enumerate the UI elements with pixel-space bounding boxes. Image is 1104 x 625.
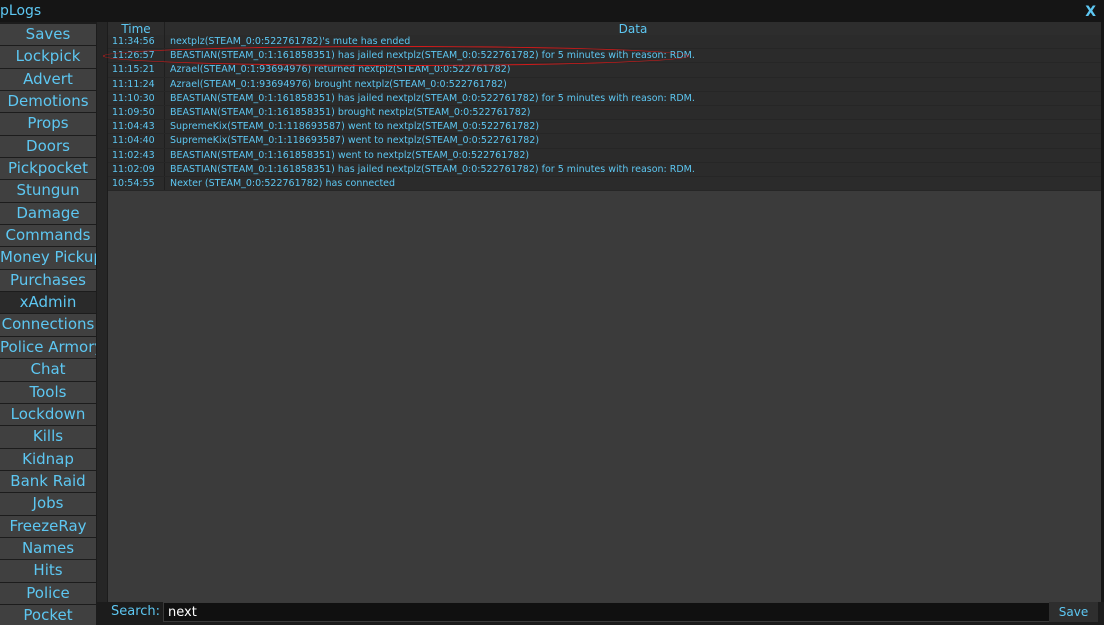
log-time: 11:02:09 [108, 162, 165, 176]
sidebar-item-bank-raid[interactable]: Bank Raid [0, 470, 96, 493]
sidebar-item-props[interactable]: Props [0, 113, 96, 135]
close-button[interactable]: X [1085, 4, 1096, 20]
log-row[interactable]: 10:54:55 Nexter (STEAM_0:0:522761782) has… [108, 176, 1101, 192]
log-row[interactable]: 11:02:09 BEASTIAN(STEAM_0:1:161858351) ha… [108, 162, 1101, 177]
category-sidebar: Saves Lockpick Advert Demotions Props Doors Pi… [0, 24, 96, 625]
search-label: Search: [111, 604, 161, 619]
log-row[interactable]: 11:26:57 BEASTIAN(STEAM_0:1:161858351) ha… [108, 49, 1101, 64]
log-time: 11:04:43 [108, 120, 165, 134]
sidebar-scrollbar[interactable] [97, 22, 107, 602]
log-time: 11:02:43 [108, 148, 165, 162]
sidebar-item-commands[interactable]: Commands [0, 225, 96, 247]
sidebar-item-demotions[interactable]: Demotions [0, 91, 96, 113]
sidebar-item-stungun[interactable]: Stungun [0, 180, 96, 202]
sidebar-item-jobs[interactable]: Jobs [0, 493, 96, 515]
log-data: BEASTIAN(STEAM_0:1:161858351) brought ne… [170, 106, 531, 118]
sidebar-item-saves[interactable]: Saves [0, 24, 96, 46]
log-row[interactable]: 11:15:21 Azrael(STEAM_0:1:93694976) retur… [108, 63, 1101, 78]
log-data: Azrael(STEAM_0:1:93694976) brought nextp… [170, 78, 507, 90]
search-bar: Search: Save [108, 602, 1104, 625]
sidebar-item-chat[interactable]: Chat [0, 359, 96, 381]
data-column-header[interactable]: Data [165, 22, 1101, 36]
log-data: BEASTIAN(STEAM_0:1:161858351) went to ne… [170, 149, 530, 161]
sidebar-item-tools[interactable]: Tools [0, 381, 96, 403]
save-button[interactable]: Save [1049, 602, 1098, 622]
log-data: Azrael(STEAM_0:1:93694976) returned next… [170, 64, 511, 76]
sidebar-item-lockdown[interactable]: Lockdown [0, 403, 96, 426]
sidebar-item-connections[interactable]: Connections [0, 314, 96, 336]
log-time: 11:26:57 [108, 49, 165, 63]
log-empty-area [108, 191, 1101, 612]
sidebar-item-pickpocket[interactable]: Pickpocket [0, 158, 96, 180]
sidebar-item-freezeray[interactable]: FreezeRay [0, 515, 96, 537]
sidebar-item-names[interactable]: Names [0, 537, 96, 560]
log-row[interactable]: 11:09:50 BEASTIAN(STEAM_0:1:161858351) br… [108, 105, 1101, 121]
log-data: BEASTIAN(STEAM_0:1:161858351) has jailed… [170, 50, 695, 62]
log-time: 11:09:50 [108, 105, 165, 120]
search-input[interactable] [163, 602, 1058, 622]
log-data: Nexter (STEAM_0:0:522761782) has connect… [170, 177, 396, 189]
sidebar-item-police[interactable]: Police [0, 582, 96, 604]
sidebar-item-police-armory[interactable]: Police Armory [0, 336, 96, 359]
log-list: 11:34:56 nextplz(STEAM_0:0:522761782)'s m… [108, 35, 1101, 192]
log-time: 11:34:56 [108, 35, 165, 49]
log-data: BEASTIAN(STEAM_0:1:161858351) has jailed… [170, 163, 695, 175]
sidebar-item-kills[interactable]: Kills [0, 426, 96, 448]
title-bar: pLogs X [0, 0, 1104, 22]
log-data: SupremeKix(STEAM_0:1:118693587) went to … [170, 135, 540, 147]
log-row[interactable]: 11:02:43 BEASTIAN(STEAM_0:1:161858351) we… [108, 148, 1101, 163]
log-row[interactable]: 11:34:56 nextplz(STEAM_0:0:522761782)'s m… [108, 35, 1101, 50]
log-time: 11:10:30 [108, 91, 165, 105]
sidebar-item-lockpick[interactable]: Lockpick [0, 46, 96, 68]
log-data: nextplz(STEAM_0:0:522761782)'s mute has … [170, 36, 411, 47]
time-column-header[interactable]: Time [108, 22, 165, 36]
log-row[interactable]: 11:10:30 BEASTIAN(STEAM_0:1:161858351) ha… [108, 91, 1101, 106]
log-header: Time Data [108, 22, 1101, 36]
sidebar-item-doors[interactable]: Doors [0, 135, 96, 158]
log-time: 11:15:21 [108, 63, 165, 77]
sidebar-item-xadmin[interactable]: xAdmin [0, 292, 96, 314]
sidebar-item-kidnap[interactable]: Kidnap [0, 448, 96, 470]
sidebar-item-purchases[interactable]: Purchases [0, 269, 96, 292]
sidebar-item-damage[interactable]: Damage [0, 202, 96, 225]
sidebar-item-hits[interactable]: Hits [0, 560, 96, 582]
log-data: BEASTIAN(STEAM_0:1:161858351) has jailed… [170, 92, 695, 104]
sidebar-item-advert[interactable]: Advert [0, 68, 96, 91]
log-data: SupremeKix(STEAM_0:1:118693587) went to … [170, 121, 540, 133]
sidebar-item-pocket[interactable]: Pocket [0, 604, 96, 625]
log-panel: Time Data 11:34:56 nextplz(STEAM_0:0:5227… [108, 22, 1101, 612]
log-time: 10:54:55 [108, 176, 165, 191]
log-row[interactable]: 11:04:40 SupremeKix(STEAM_0:1:118693587) … [108, 134, 1101, 149]
log-row[interactable]: 11:11:24 Azrael(STEAM_0:1:93694976) broug… [108, 77, 1101, 92]
log-time: 11:11:24 [108, 77, 165, 91]
log-time: 11:04:40 [108, 134, 165, 148]
log-row[interactable]: 11:04:43 SupremeKix(STEAM_0:1:118693587) … [108, 120, 1101, 135]
sidebar-item-money-pickup[interactable]: Money Pickup [0, 247, 96, 269]
logs-window: pLogs X Saves Lockpick Advert Demotions Prop… [0, 0, 1104, 625]
window-title: pLogs [0, 3, 42, 19]
